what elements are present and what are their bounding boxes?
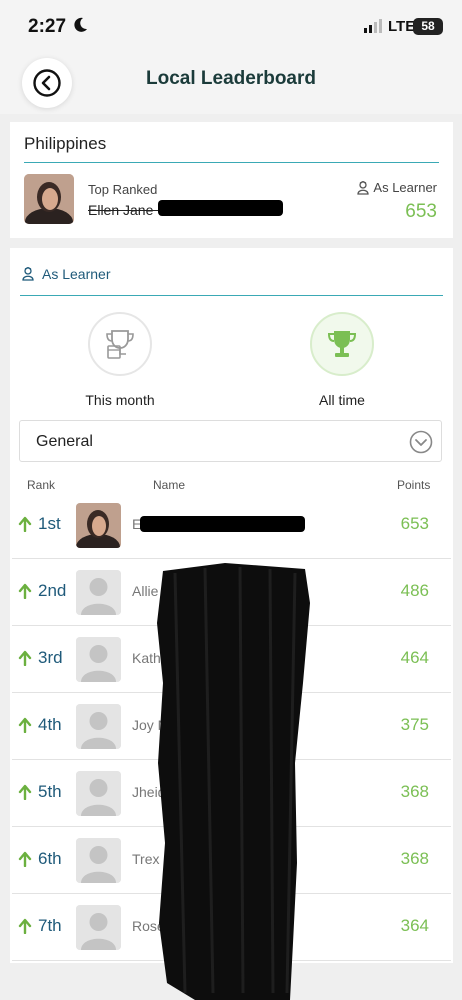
divider bbox=[24, 162, 439, 163]
row-rank: 7th bbox=[38, 916, 62, 935]
row-name: Kathe bbox=[132, 650, 169, 666]
row-points: 486 bbox=[400, 581, 429, 600]
country-name: Philippines bbox=[24, 134, 107, 153]
learner-icon bbox=[357, 180, 370, 195]
leaderboard-row[interactable]: 2nd Allie 486 bbox=[12, 559, 451, 626]
up-arrow-icon bbox=[18, 650, 32, 666]
status-time: 2:27 bbox=[28, 16, 67, 37]
row-name: Joy N bbox=[132, 717, 168, 733]
period-all-time-label: All time bbox=[319, 392, 365, 408]
row-name: Rose Anne bbox=[132, 918, 201, 934]
period-this-month-label: This month bbox=[85, 392, 155, 408]
trophy-icon bbox=[106, 330, 134, 359]
period-all-time-button[interactable] bbox=[310, 312, 374, 376]
row-points: 653 bbox=[400, 514, 429, 533]
up-arrow-icon bbox=[18, 717, 32, 733]
up-arrow-icon bbox=[18, 851, 32, 867]
row-points: 364 bbox=[400, 916, 429, 935]
row-name: Allie bbox=[132, 583, 159, 599]
column-header-name: Name bbox=[153, 478, 186, 492]
leaderboard-row[interactable]: 3rd Kathe 464 bbox=[12, 626, 451, 693]
row-points: 464 bbox=[400, 648, 429, 667]
period-this-month-button[interactable] bbox=[88, 312, 152, 376]
up-arrow-icon bbox=[18, 918, 32, 934]
status-bar: 2:27 LTE 58 bbox=[0, 0, 462, 54]
page-title: Local Leaderboard bbox=[146, 68, 316, 89]
category-value: General bbox=[36, 433, 93, 450]
column-header-points: Points bbox=[397, 478, 431, 492]
column-header-rank: Rank bbox=[27, 478, 56, 492]
tab-label: As Learner bbox=[42, 266, 111, 282]
nav-header: Local Leaderboard bbox=[0, 54, 462, 114]
row-rank: 5th bbox=[38, 782, 62, 801]
up-arrow-icon bbox=[18, 583, 32, 599]
battery-indicator: 58 bbox=[413, 18, 443, 35]
leaderboard-row[interactable]: 4th Joy N 375 bbox=[12, 693, 451, 760]
avatar-placeholder-icon bbox=[76, 771, 121, 816]
row-points: 368 bbox=[400, 782, 429, 801]
row-points: 375 bbox=[400, 715, 429, 734]
row-name: Trex bbox=[132, 851, 160, 867]
trophy-icon bbox=[327, 331, 357, 357]
category-select[interactable]: General bbox=[19, 420, 442, 462]
leaderboard-row[interactable]: 6th Trex 368 bbox=[12, 827, 451, 894]
avatar-placeholder-icon bbox=[76, 905, 121, 950]
redaction bbox=[158, 200, 283, 216]
avatar-placeholder-icon bbox=[76, 704, 121, 749]
row-name: Jheid bbox=[132, 784, 166, 800]
row-rank: 6th bbox=[38, 849, 62, 868]
avatar bbox=[76, 503, 121, 548]
up-arrow-icon bbox=[18, 784, 32, 800]
country-card: Philippines Top Ranked Ellen Jane G As L… bbox=[10, 122, 453, 238]
up-arrow-icon bbox=[18, 516, 32, 532]
leaderboard-card: As Learner This month All time General R… bbox=[10, 248, 453, 963]
signal-icon bbox=[364, 19, 382, 33]
leaderboard-row[interactable]: 5th Jheid 368 bbox=[12, 760, 451, 827]
avatar bbox=[24, 174, 74, 224]
moon-icon bbox=[74, 17, 87, 32]
divider bbox=[20, 295, 443, 296]
role-label: As Learner bbox=[357, 180, 437, 195]
top-points: 653 bbox=[405, 201, 437, 222]
avatar-placeholder-icon bbox=[76, 570, 121, 615]
top-ranked-label: Top Ranked bbox=[88, 182, 158, 197]
chevron-down-icon bbox=[409, 430, 433, 454]
row-points: 368 bbox=[400, 849, 429, 868]
top-ranked-name: Ellen Jane G bbox=[88, 202, 169, 218]
row-rank: 1st bbox=[38, 514, 61, 533]
tab-as-learner[interactable]: As Learner bbox=[22, 266, 110, 282]
row-rank: 3rd bbox=[38, 648, 63, 667]
network-label: LTE bbox=[388, 18, 416, 35]
redaction bbox=[140, 516, 305, 532]
avatar-placeholder-icon bbox=[76, 637, 121, 682]
avatar-placeholder-icon bbox=[76, 838, 121, 883]
row-rank: 4th bbox=[38, 715, 62, 734]
learner-icon bbox=[22, 267, 34, 281]
leaderboard-row[interactable]: 7th Rose Anne 364 bbox=[12, 894, 451, 961]
role-label-text: As Learner bbox=[373, 180, 437, 195]
row-rank: 2nd bbox=[38, 581, 67, 600]
